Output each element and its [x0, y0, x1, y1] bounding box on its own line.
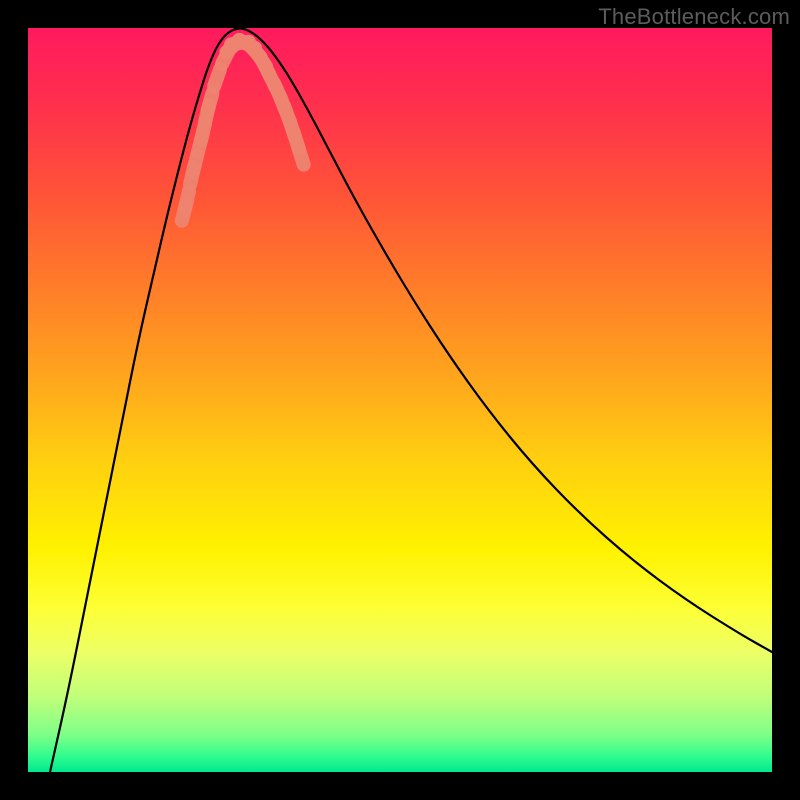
marker-dots	[182, 40, 304, 221]
curve-line	[50, 29, 772, 773]
watermark-text: TheBottleneck.com	[598, 4, 790, 30]
curve-svg	[28, 28, 772, 772]
chart-frame: TheBottleneck.com	[0, 0, 800, 800]
plot-area	[28, 28, 772, 772]
